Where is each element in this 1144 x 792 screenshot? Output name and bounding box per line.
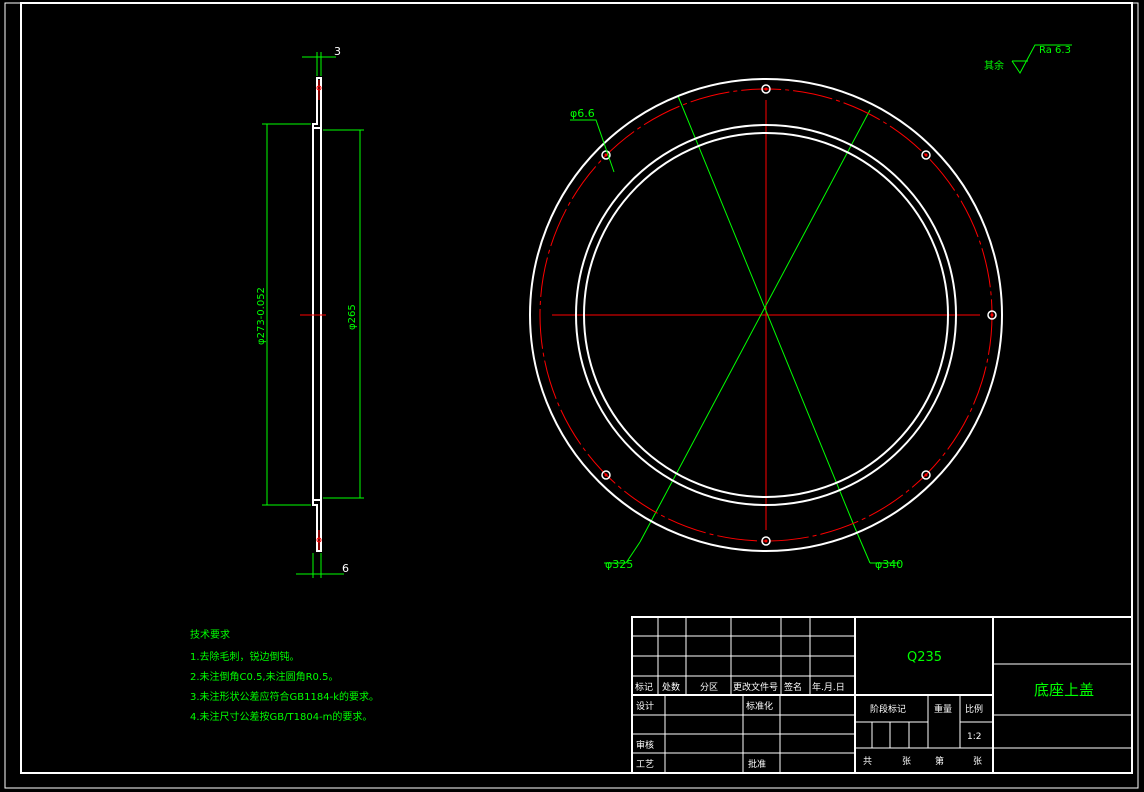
roughness-prefix: 其余	[984, 59, 1004, 72]
dim-inner: φ265	[347, 304, 358, 330]
drawing-border-outer	[4, 2, 1139, 789]
tech-requirements: 技术要求 1.去除毛刺，锐边倒钝。 2.未注倒角C0.5,未注圆角R0.5。 3…	[190, 628, 379, 723]
dim-outer-diameter: φ340	[875, 558, 903, 571]
row-label-standard: 标准化	[746, 700, 773, 712]
tech-item: 2.未注倒角C0.5,未注圆角R0.5。	[190, 670, 338, 683]
sheet-unit: 张	[973, 756, 982, 767]
leader-line	[639, 109, 871, 543]
rev-header: 更改文件号	[733, 681, 778, 693]
roughness-value: Ra 6.3	[1039, 45, 1071, 56]
rev-header: 标记	[635, 681, 653, 693]
tech-item: 4.未注尺寸公差按GB/T1804-m的要求。	[190, 710, 372, 723]
rev-header: 处数	[662, 681, 680, 693]
tech-item: 1.去除毛刺，锐边倒钝。	[190, 650, 300, 663]
row-label-design: 设计	[636, 700, 654, 712]
sheet-unit: 张	[902, 756, 911, 767]
bolt-hole	[921, 470, 931, 480]
rev-header: 年.月.日	[812, 681, 845, 693]
scale-value: 1:2	[967, 732, 981, 742]
stage-label: 阶段标记	[870, 703, 906, 715]
sheet-total: 共	[863, 756, 872, 767]
rev-header: 分区	[700, 682, 718, 693]
bolt-hole	[921, 150, 931, 160]
part-name: 底座上盖	[1034, 681, 1094, 699]
rev-header: 签名	[784, 681, 802, 693]
dim-outer: φ273-0.052	[256, 287, 267, 345]
dim-hole: φ6.6	[570, 107, 595, 120]
weight-label: 重量	[934, 703, 952, 715]
material: Q235	[907, 650, 942, 665]
row-label-process: 工艺	[636, 759, 654, 770]
dim-bolt-circle: φ325	[605, 558, 633, 571]
side-profile	[312, 77, 322, 129]
tech-item: 3.未注形状公差应符合GB1184-k的要求。	[190, 690, 379, 703]
front-view: φ6.6 φ325 φ340	[529, 78, 1003, 571]
roughness-symbol: 其余 Ra 6.3	[984, 44, 1072, 74]
bolt-hole	[601, 470, 611, 480]
tech-title: 技术要求	[190, 628, 230, 641]
cad-drawing: 其余 Ra 6.3 3 6 φ273-0.052 φ265 φ6.6 φ325 …	[4, 2, 1139, 789]
side-view: 3 6 φ273-0.052 φ265	[256, 45, 364, 578]
scale-label: 比例	[965, 703, 983, 715]
sheet-no: 第	[935, 755, 944, 767]
dim-top: 3	[334, 45, 341, 58]
dim-bottom: 6	[342, 562, 349, 575]
row-label-review: 审核	[636, 739, 654, 751]
row-label-approve: 批准	[748, 758, 766, 770]
title-block-text: Q235 底座上盖 标记 处数 分区 更改文件号 签名 年.月.日 设计 标准化…	[635, 650, 1094, 770]
